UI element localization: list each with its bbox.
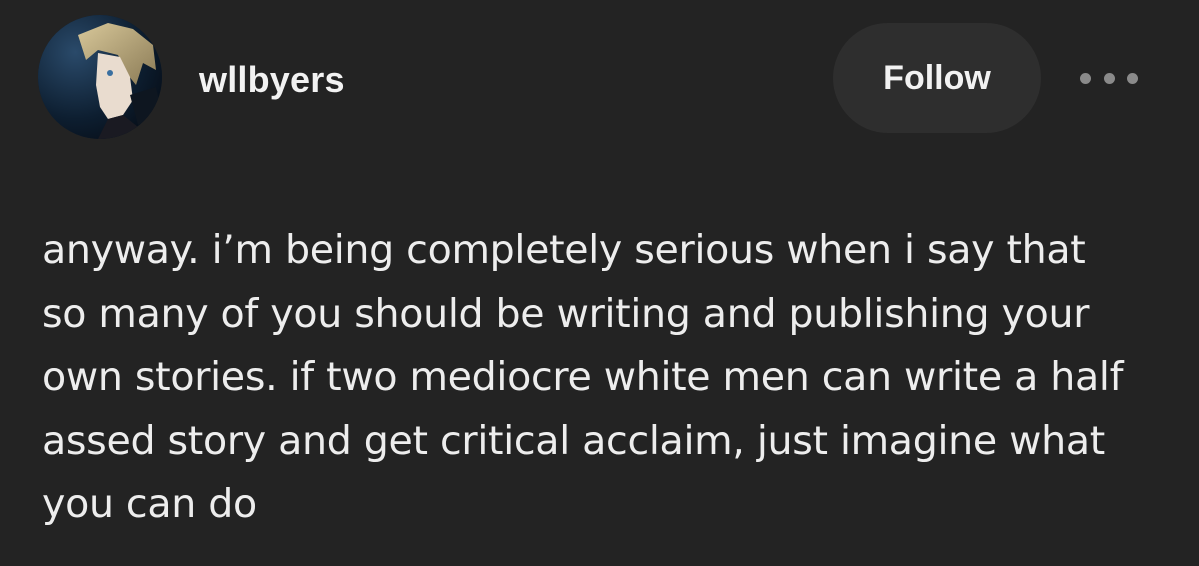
more-dot	[1127, 72, 1138, 84]
avatar[interactable]	[38, 15, 162, 139]
post-body-line: anyway. i’m being completely serious whe…	[42, 227, 1086, 273]
more-dot	[1080, 72, 1091, 84]
more-options-icon[interactable]	[1080, 64, 1138, 92]
post-card: wllbyers Follow anyway. i’m being comple…	[0, 0, 1199, 566]
follow-button[interactable]: Follow	[833, 23, 1041, 133]
avatar-image	[38, 15, 162, 139]
post-body-line: you can do	[42, 481, 257, 527]
post-body: anyway. i’m being completely serious whe…	[42, 219, 1172, 537]
post-body-line: assed story and get critical acclaim, ju…	[42, 417, 1105, 464]
post-body-line: own stories. if two mediocre white men c…	[42, 354, 1124, 400]
username[interactable]: wllbyers	[199, 58, 345, 102]
more-dot	[1103, 72, 1115, 84]
post-header: wllbyers Follow	[0, 0, 1199, 160]
post-body-line: so many of you should be writing and pub…	[42, 290, 1090, 337]
